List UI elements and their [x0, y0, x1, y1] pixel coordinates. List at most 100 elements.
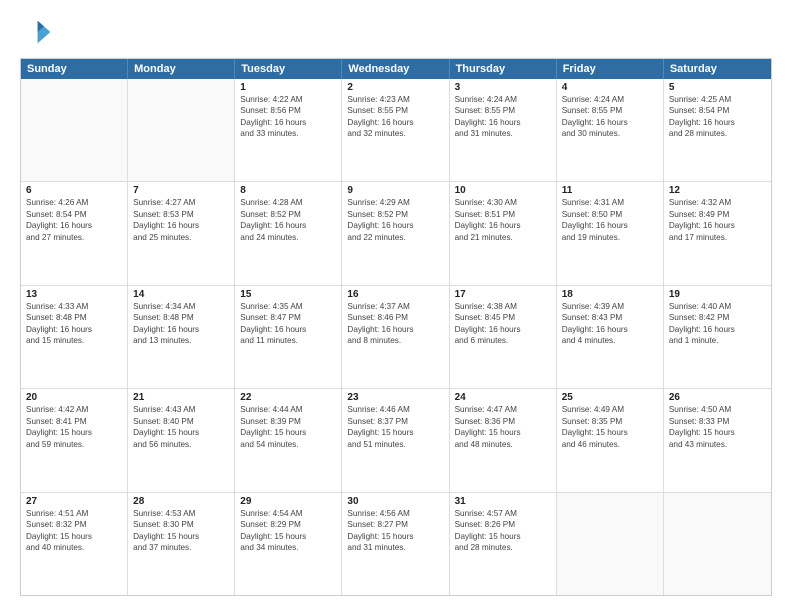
- calendar-row: 13Sunrise: 4:33 AM Sunset: 8:48 PMDayligh…: [21, 285, 771, 388]
- cell-line: Daylight: 16 hours: [240, 220, 336, 231]
- cell-line: Sunrise: 4:38 AM: [455, 301, 551, 312]
- cell-line: Sunrise: 4:49 AM: [562, 404, 658, 415]
- calendar-cell: [21, 79, 128, 181]
- day-number: 9: [347, 185, 443, 196]
- cell-line: Sunset: 8:29 PM: [240, 519, 336, 530]
- cell-line: Sunrise: 4:43 AM: [133, 404, 229, 415]
- cell-line: Sunrise: 4:31 AM: [562, 197, 658, 208]
- cell-line: and 59 minutes.: [26, 439, 122, 450]
- calendar-header-cell: Wednesday: [342, 59, 449, 79]
- cell-line: Sunrise: 4:50 AM: [669, 404, 766, 415]
- cell-line: and 24 minutes.: [240, 232, 336, 243]
- cell-line: Sunrise: 4:57 AM: [455, 508, 551, 519]
- calendar-cell: 30Sunrise: 4:56 AMSunset: 8:27 PMDayligh…: [342, 493, 449, 595]
- calendar-cell: 13Sunrise: 4:33 AMSunset: 8:48 PMDayligh…: [21, 286, 128, 388]
- calendar-cell: 20Sunrise: 4:42 AMSunset: 8:41 PMDayligh…: [21, 389, 128, 491]
- calendar-cell: 25Sunrise: 4:49 AMSunset: 8:35 PMDayligh…: [557, 389, 664, 491]
- calendar-cell: 29Sunrise: 4:54 AMSunset: 8:29 PMDayligh…: [235, 493, 342, 595]
- cell-line: Daylight: 16 hours: [240, 117, 336, 128]
- cell-line: Sunrise: 4:53 AM: [133, 508, 229, 519]
- cell-line: and 43 minutes.: [669, 439, 766, 450]
- calendar-row: 20Sunrise: 4:42 AMSunset: 8:41 PMDayligh…: [21, 388, 771, 491]
- cell-line: and 6 minutes.: [455, 335, 551, 346]
- calendar-cell: 1Sunrise: 4:22 AMSunset: 8:56 PMDaylight…: [235, 79, 342, 181]
- cell-line: Daylight: 16 hours: [133, 324, 229, 335]
- cell-line: Sunset: 8:37 PM: [347, 416, 443, 427]
- cell-line: and 21 minutes.: [455, 232, 551, 243]
- cell-line: Sunset: 8:30 PM: [133, 519, 229, 530]
- cell-line: and 40 minutes.: [26, 542, 122, 553]
- cell-line: Daylight: 16 hours: [26, 220, 122, 231]
- day-number: 1: [240, 82, 336, 93]
- cell-line: and 4 minutes.: [562, 335, 658, 346]
- calendar-cell: 11Sunrise: 4:31 AMSunset: 8:50 PMDayligh…: [557, 182, 664, 284]
- day-number: 21: [133, 392, 229, 403]
- cell-line: Daylight: 16 hours: [669, 117, 766, 128]
- calendar-cell: 2Sunrise: 4:23 AMSunset: 8:55 PMDaylight…: [342, 79, 449, 181]
- logo: [20, 16, 56, 48]
- cell-line: and 37 minutes.: [133, 542, 229, 553]
- calendar-cell: [557, 493, 664, 595]
- day-number: 29: [240, 496, 336, 507]
- cell-line: Sunrise: 4:24 AM: [455, 94, 551, 105]
- day-number: 19: [669, 289, 766, 300]
- day-number: 30: [347, 496, 443, 507]
- day-number: 6: [26, 185, 122, 196]
- cell-line: Sunset: 8:42 PM: [669, 312, 766, 323]
- day-number: 11: [562, 185, 658, 196]
- cell-line: and 8 minutes.: [347, 335, 443, 346]
- cell-line: Daylight: 15 hours: [240, 531, 336, 542]
- calendar-cell: 10Sunrise: 4:30 AMSunset: 8:51 PMDayligh…: [450, 182, 557, 284]
- cell-line: Sunset: 8:48 PM: [133, 312, 229, 323]
- cell-line: and 31 minutes.: [347, 542, 443, 553]
- cell-line: Daylight: 15 hours: [26, 531, 122, 542]
- cell-line: Sunset: 8:41 PM: [26, 416, 122, 427]
- calendar-header-cell: Monday: [128, 59, 235, 79]
- calendar: SundayMondayTuesdayWednesdayThursdayFrid…: [20, 58, 772, 596]
- cell-line: and 25 minutes.: [133, 232, 229, 243]
- day-number: 20: [26, 392, 122, 403]
- cell-line: Sunrise: 4:22 AM: [240, 94, 336, 105]
- cell-line: and 11 minutes.: [240, 335, 336, 346]
- day-number: 28: [133, 496, 229, 507]
- cell-line: Sunset: 8:50 PM: [562, 209, 658, 220]
- cell-line: and 27 minutes.: [26, 232, 122, 243]
- calendar-header-cell: Saturday: [664, 59, 771, 79]
- cell-line: and 48 minutes.: [455, 439, 551, 450]
- calendar-cell: 14Sunrise: 4:34 AMSunset: 8:48 PMDayligh…: [128, 286, 235, 388]
- cell-line: Daylight: 15 hours: [347, 427, 443, 438]
- calendar-cell: 24Sunrise: 4:47 AMSunset: 8:36 PMDayligh…: [450, 389, 557, 491]
- calendar-cell: 3Sunrise: 4:24 AMSunset: 8:55 PMDaylight…: [450, 79, 557, 181]
- cell-line: Daylight: 15 hours: [455, 531, 551, 542]
- cell-line: Sunset: 8:33 PM: [669, 416, 766, 427]
- cell-line: Sunset: 8:55 PM: [562, 105, 658, 116]
- cell-line: Sunrise: 4:51 AM: [26, 508, 122, 519]
- cell-line: Daylight: 16 hours: [562, 117, 658, 128]
- cell-line: Sunrise: 4:47 AM: [455, 404, 551, 415]
- day-number: 13: [26, 289, 122, 300]
- calendar-body: 1Sunrise: 4:22 AMSunset: 8:56 PMDaylight…: [21, 79, 771, 595]
- cell-line: Sunrise: 4:40 AM: [669, 301, 766, 312]
- cell-line: Sunrise: 4:25 AM: [669, 94, 766, 105]
- cell-line: Sunset: 8:32 PM: [26, 519, 122, 530]
- cell-line: Daylight: 16 hours: [455, 220, 551, 231]
- cell-line: Daylight: 15 hours: [669, 427, 766, 438]
- cell-line: and 54 minutes.: [240, 439, 336, 450]
- logo-icon: [20, 16, 52, 48]
- cell-line: Sunrise: 4:33 AM: [26, 301, 122, 312]
- cell-line: and 46 minutes.: [562, 439, 658, 450]
- cell-line: and 17 minutes.: [669, 232, 766, 243]
- cell-line: and 1 minute.: [669, 335, 766, 346]
- cell-line: Sunrise: 4:39 AM: [562, 301, 658, 312]
- cell-line: and 15 minutes.: [26, 335, 122, 346]
- day-number: 23: [347, 392, 443, 403]
- calendar-cell: 23Sunrise: 4:46 AMSunset: 8:37 PMDayligh…: [342, 389, 449, 491]
- calendar-cell: [664, 493, 771, 595]
- header: [20, 16, 772, 48]
- cell-line: Sunrise: 4:34 AM: [133, 301, 229, 312]
- calendar-header-cell: Tuesday: [235, 59, 342, 79]
- calendar-cell: 9Sunrise: 4:29 AMSunset: 8:52 PMDaylight…: [342, 182, 449, 284]
- calendar-cell: 16Sunrise: 4:37 AMSunset: 8:46 PMDayligh…: [342, 286, 449, 388]
- cell-line: Sunrise: 4:29 AM: [347, 197, 443, 208]
- cell-line: Daylight: 16 hours: [347, 117, 443, 128]
